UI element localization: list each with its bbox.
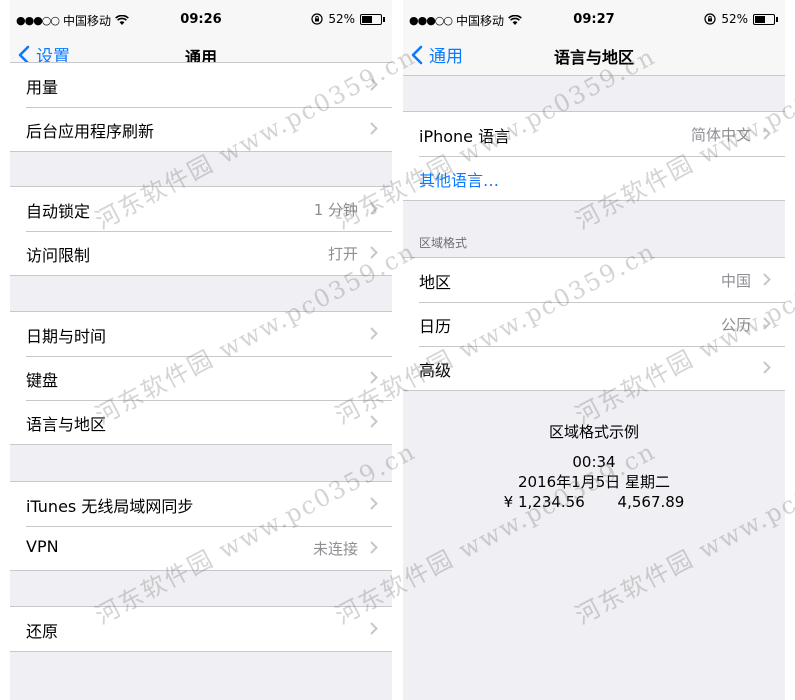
- settings-group-network: iTunes 无线局域网同步 VPN 未连接: [10, 481, 392, 571]
- chevron-right-icon: [370, 497, 378, 510]
- status-right: 52%: [311, 12, 385, 26]
- chevron-right-icon: [763, 127, 771, 140]
- chevron-right-icon: [370, 202, 378, 215]
- row-restrictions[interactable]: 访问限制 打开: [10, 231, 392, 275]
- chevron-right-icon: [370, 78, 378, 91]
- page-title: 语言与地区: [553, 48, 634, 67]
- row-label: 地区: [419, 273, 452, 292]
- general-settings-screen: ●●●○○ 中国移动 09:26 52% 设置 通用 用量 后台应用程序刷新 自…: [10, 0, 392, 700]
- status-bar: ●●●○○ 中国移动 09:26 52%: [10, 0, 392, 40]
- row-iphone-language[interactable]: iPhone 语言 简体中文: [403, 112, 785, 156]
- battery-icon: [360, 13, 385, 25]
- row-label: 语言与地区: [26, 415, 107, 434]
- row-value: 中国: [720, 272, 751, 290]
- chevron-right-icon: [763, 361, 771, 374]
- row-value: 打开: [327, 245, 358, 263]
- row-advanced[interactable]: 高级: [403, 346, 785, 390]
- row-value: 公历: [720, 316, 751, 334]
- chevron-right-icon: [370, 541, 378, 554]
- status-right: 52%: [704, 12, 778, 26]
- row-value: 未连接: [312, 540, 358, 558]
- row-date-time[interactable]: 日期与时间: [10, 312, 392, 356]
- navigation-bar: 通用 语言与地区: [403, 40, 785, 76]
- row-label: 其他语言…: [419, 171, 500, 190]
- example-number-amount: 4,567.89: [617, 493, 685, 511]
- row-label: 日历: [419, 317, 452, 336]
- row-label: 访问限制: [26, 246, 91, 265]
- row-label: iTunes 无线局域网同步: [26, 497, 194, 516]
- settings-group-lock: 自动锁定 1 分钟 访问限制 打开: [10, 186, 392, 276]
- row-label: 自动锁定: [26, 202, 91, 221]
- example-time: 00:34: [572, 453, 616, 471]
- row-label: 后台应用程序刷新: [26, 122, 155, 141]
- example-title: 区域格式示例: [548, 423, 639, 441]
- row-language-region[interactable]: 语言与地区: [10, 400, 392, 444]
- region-group: 地区 中国 日历 公历 高级: [403, 257, 785, 391]
- row-label: iPhone 语言: [419, 127, 511, 146]
- region-format-example: 区域格式示例 00:34 2016年1月5日 星期二 ¥ 1,234.56 4,…: [403, 422, 785, 512]
- row-label: VPN: [26, 537, 59, 556]
- example-date: 2016年1月5日 星期二: [517, 473, 671, 491]
- chevron-right-icon: [370, 622, 378, 635]
- settings-group-reset: 还原: [10, 606, 392, 652]
- settings-group-locale: 日期与时间 键盘 语言与地区: [10, 311, 392, 445]
- row-label: 用量: [26, 78, 59, 97]
- other-languages-link[interactable]: 其他语言…: [403, 156, 785, 200]
- status-bar: ●●●○○ 中国移动 09:27 52%: [403, 0, 785, 40]
- language-region-screen: ●●●○○ 中国移动 09:27 52% 通用 语言与地区 iPhone 语言 …: [403, 0, 785, 700]
- settings-group-usage: 用量 后台应用程序刷新: [10, 62, 392, 152]
- section-header-region-format: 区域格式: [419, 236, 468, 250]
- row-label: 日期与时间: [26, 327, 107, 346]
- row-label: 还原: [26, 622, 59, 641]
- row-label: 高级: [419, 361, 452, 380]
- chevron-right-icon: [370, 122, 378, 135]
- row-value: 简体中文: [690, 126, 751, 144]
- chevron-right-icon: [763, 273, 771, 286]
- battery-percent: 52%: [328, 12, 355, 26]
- row-vpn[interactable]: VPN 未连接: [10, 526, 392, 570]
- battery-icon: [753, 13, 778, 25]
- row-itunes-wifi-sync[interactable]: iTunes 无线局域网同步: [10, 482, 392, 526]
- row-usage[interactable]: 用量: [10, 63, 392, 107]
- row-auto-lock[interactable]: 自动锁定 1 分钟: [10, 187, 392, 231]
- row-background-refresh[interactable]: 后台应用程序刷新: [10, 107, 392, 151]
- row-keyboard[interactable]: 键盘: [10, 356, 392, 400]
- chevron-right-icon: [370, 246, 378, 259]
- chevron-right-icon: [370, 327, 378, 340]
- row-region[interactable]: 地区 中国: [403, 258, 785, 302]
- chevron-right-icon: [763, 317, 771, 330]
- row-value: 1 分钟: [313, 201, 358, 219]
- chevron-right-icon: [370, 371, 378, 384]
- rotation-lock-icon: [704, 13, 716, 25]
- chevron-right-icon: [370, 415, 378, 428]
- battery-percent: 52%: [721, 12, 748, 26]
- rotation-lock-icon: [311, 13, 323, 25]
- example-currency-amount: ¥ 1,234.56: [503, 493, 585, 511]
- row-label: 键盘: [26, 371, 59, 390]
- example-amounts: ¥ 1,234.56 4,567.89: [403, 492, 785, 512]
- row-calendar[interactable]: 日历 公历: [403, 302, 785, 346]
- language-group: iPhone 语言 简体中文 其他语言…: [403, 111, 785, 201]
- row-reset[interactable]: 还原: [10, 607, 392, 651]
